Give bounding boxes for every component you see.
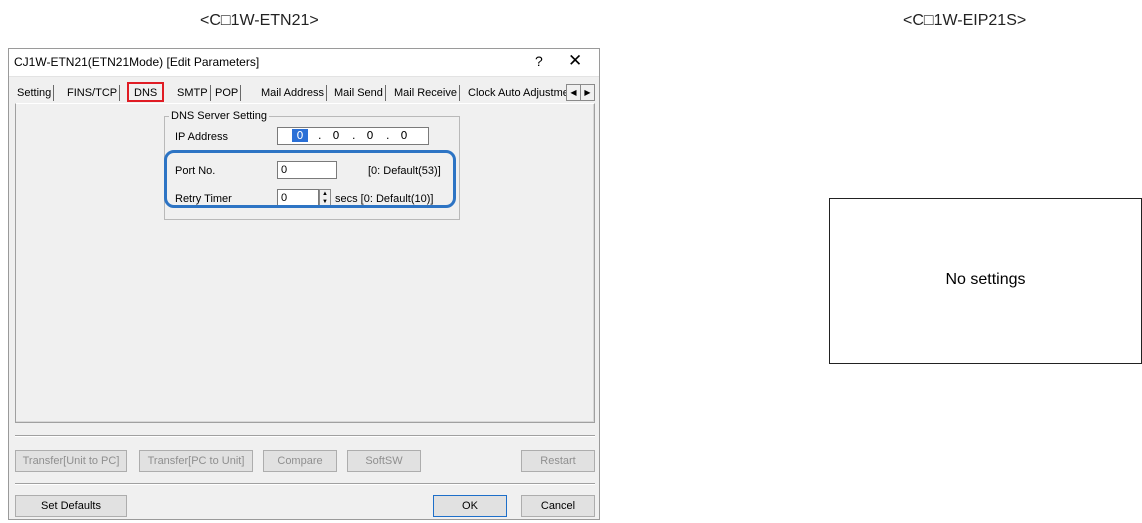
transfer-unit-to-pc-button[interactable]: Transfer[Unit to PC] <box>15 450 127 472</box>
ip-octet-1[interactable]: 0 <box>292 129 308 142</box>
group-title: DNS Server Setting <box>169 110 269 122</box>
tab-mail-send[interactable]: Mail Send <box>332 85 386 101</box>
ip-address-label: IP Address <box>175 131 228 143</box>
ip-dot: . <box>352 129 356 142</box>
separator <box>15 435 595 437</box>
edit-parameters-dialog: CJ1W-ETN21(ETN21Mode) [Edit Parameters] … <box>8 48 600 520</box>
help-icon[interactable]: ? <box>535 53 543 69</box>
tab-mail-receive[interactable]: Mail Receive <box>392 85 460 101</box>
close-icon[interactable]: ✕ <box>568 51 582 71</box>
ip-address-input[interactable]: 0 . 0 . 0 . 0 <box>277 127 429 145</box>
transfer-pc-to-unit-button[interactable]: Transfer[PC to Unit] <box>139 450 253 472</box>
dialog-title: CJ1W-ETN21(ETN21Mode) [Edit Parameters] <box>14 55 260 69</box>
compare-button[interactable]: Compare <box>263 450 337 472</box>
ip-octet-2[interactable]: 0 <box>328 129 344 142</box>
no-settings-box: No settings <box>829 198 1142 364</box>
ip-octet-3[interactable]: 0 <box>362 129 378 142</box>
ip-dot: . <box>386 129 390 142</box>
tab-dns[interactable]: DNS <box>127 82 165 102</box>
tab-clock-auto-adjustment[interactable]: Clock Auto Adjustme <box>466 85 571 101</box>
caption-eip21s: <C□1W-EIP21S> <box>903 12 1027 29</box>
port-retry-highlight <box>164 150 456 208</box>
tab-scroll-right-icon[interactable]: ▶ <box>580 84 595 101</box>
tab-scroll-left-icon[interactable]: ◀ <box>566 84 581 101</box>
set-defaults-button[interactable]: Set Defaults <box>15 495 127 517</box>
restart-button[interactable]: Restart <box>521 450 595 472</box>
tab-mail-address[interactable]: Mail Address <box>259 85 327 101</box>
tab-smtp[interactable]: SMTP <box>175 85 211 101</box>
softsw-button[interactable]: SoftSW <box>347 450 421 472</box>
ip-octet-4[interactable]: 0 <box>396 129 412 142</box>
tab-setting[interactable]: Setting <box>15 85 55 101</box>
separator <box>15 483 595 485</box>
caption-etn21: <C□1W-ETN21> <box>200 12 319 29</box>
no-settings-text: No settings <box>945 271 1026 288</box>
ip-dot: . <box>318 129 322 142</box>
title-bar: CJ1W-ETN21(ETN21Mode) [Edit Parameters] … <box>9 49 599 77</box>
tab-fins-tcp[interactable]: FINS/TCP <box>65 85 121 101</box>
dns-tab-panel: DNS Server Setting IP Address 0 . 0 . 0 … <box>15 103 595 423</box>
cancel-button[interactable]: Cancel <box>521 495 595 517</box>
tab-strip: Setting FINS/TCP DNS SMTP POP Mail Addre… <box>15 82 595 103</box>
tab-pop[interactable]: POP <box>213 85 242 101</box>
ok-button[interactable]: OK <box>433 495 507 517</box>
